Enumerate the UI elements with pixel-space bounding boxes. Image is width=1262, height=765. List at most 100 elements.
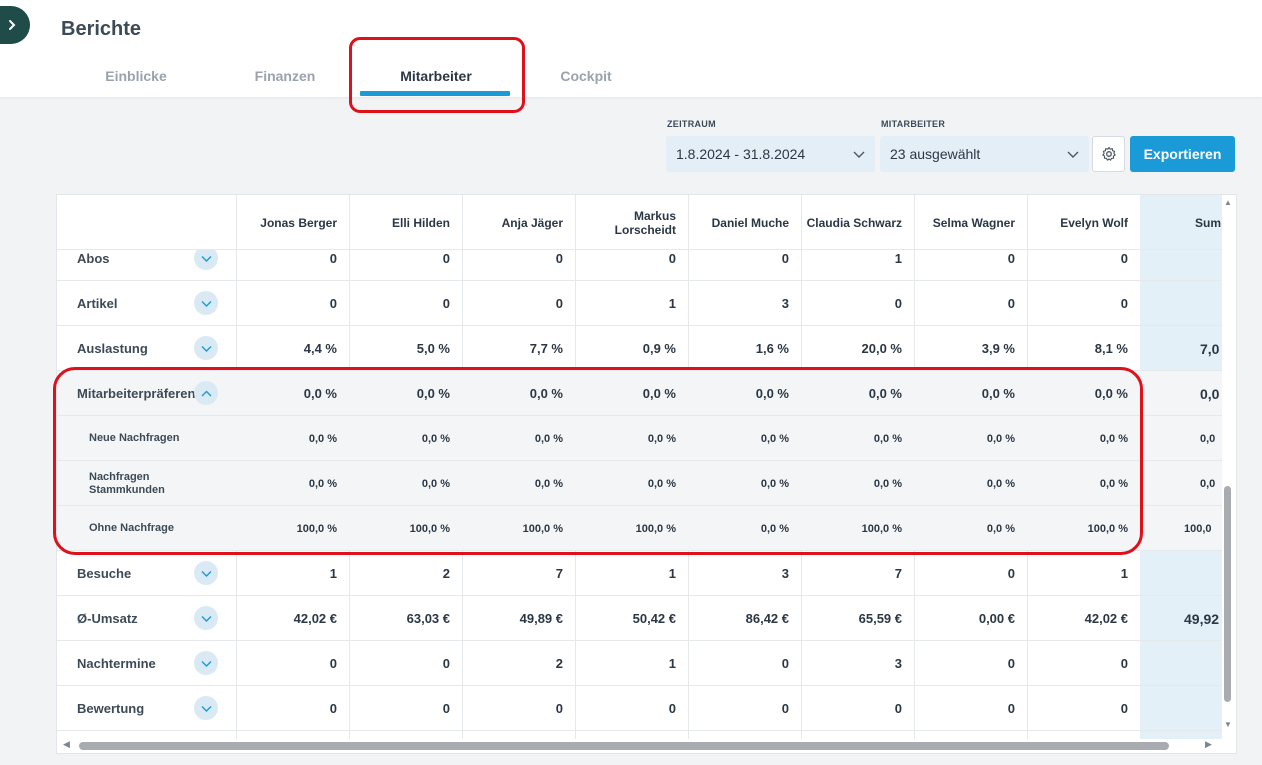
table-cell: 0,0 % xyxy=(421,432,450,445)
table-cell: 0,00 € xyxy=(978,611,1015,626)
table-cell: 1 xyxy=(329,566,337,581)
table-cell: 0 xyxy=(329,701,337,716)
table-cell: 0,0 % xyxy=(308,432,337,445)
column-header[interactable]: Selma Wagner xyxy=(914,195,1027,250)
table-cell: 0 xyxy=(1007,296,1015,311)
sum-cell xyxy=(1140,250,1222,281)
table-cell: 0 xyxy=(329,251,337,266)
column-header[interactable]: Evelyn Wolf xyxy=(1027,195,1140,250)
expand-row-button[interactable] xyxy=(194,651,218,675)
table-cell: 0,9 % xyxy=(642,341,676,356)
column-header[interactable]: Markus Lorscheidt xyxy=(575,195,688,250)
mitarbeiter-select[interactable]: 23 ausgewählt xyxy=(880,136,1089,172)
expand-row-button[interactable] xyxy=(194,696,218,720)
zeitraum-select[interactable]: 1.8.2024 - 31.8.2024 xyxy=(666,136,875,172)
table-cell: 0 xyxy=(894,701,902,716)
table-cell: 0 xyxy=(668,251,676,266)
tab-finanzen[interactable]: Finanzen xyxy=(251,68,319,84)
table-cell: 42,02 € xyxy=(293,611,337,626)
sidebar-toggle-button[interactable] xyxy=(0,6,30,44)
vertical-scrollbar[interactable]: ▲ ▼ xyxy=(1221,196,1235,740)
column-header[interactable]: Claudia Schwarz xyxy=(801,195,914,250)
table-cell: 100,0 % xyxy=(522,522,563,535)
table-cell: 20,0 % xyxy=(861,341,902,356)
table-subrow: Ohne Nachfrage 100,0 % 100,0 % 100,0 % 100,0… xyxy=(57,506,1222,551)
column-header[interactable]: Jonas Berger xyxy=(236,195,349,250)
table-cell: 49,89 € xyxy=(519,611,563,626)
table-cell: 0,0 % xyxy=(1099,432,1128,445)
table-cell: 0,0 % xyxy=(416,386,450,401)
sum-column-header[interactable]: Sum xyxy=(1140,195,1222,250)
expand-row-button[interactable] xyxy=(194,291,218,315)
tab-einblicke[interactable]: Einblicke xyxy=(102,68,170,84)
sum-cell: 7,0 xyxy=(1200,340,1220,357)
table-cell: 2 xyxy=(442,566,450,581)
chevron-right-icon xyxy=(9,20,16,30)
sum-cell: 0,0 xyxy=(1200,432,1216,445)
table-cell: 0 xyxy=(894,296,902,311)
column-header[interactable]: Daniel Muche xyxy=(688,195,801,250)
chevron-down-icon xyxy=(201,615,211,622)
table-cell: 42,02 € xyxy=(1084,611,1128,626)
sum-cell: 0,0 xyxy=(1200,385,1220,402)
table-cell: 0,0 % xyxy=(986,432,1015,445)
table-cell: 100,0 % xyxy=(409,522,450,535)
expand-row-button[interactable] xyxy=(194,606,218,630)
table-cell: 0,0 % xyxy=(873,477,902,490)
table-cell: 3,9 % xyxy=(981,341,1015,356)
table-cell: 5,0 % xyxy=(416,341,450,356)
horizontal-scrollbar[interactable]: ◀ ▶ xyxy=(57,738,1221,754)
table-cell: 0 xyxy=(781,656,789,671)
table-cell: 3 xyxy=(894,656,902,671)
tab-cockpit[interactable]: Cockpit xyxy=(556,68,616,84)
table-cell: 0,0 % xyxy=(534,477,563,490)
settings-button[interactable] xyxy=(1092,136,1125,172)
table-cell: 0 xyxy=(1007,656,1015,671)
table-cell: 0 xyxy=(1007,566,1015,581)
row-label: Abos xyxy=(77,251,110,266)
column-header[interactable]: Elli Hilden xyxy=(349,195,462,250)
chevron-down-icon xyxy=(853,151,865,158)
expand-row-button[interactable] xyxy=(194,561,218,585)
scroll-up-icon[interactable]: ▲ xyxy=(1224,198,1232,207)
column-header[interactable]: Anja Jäger xyxy=(462,195,575,250)
table-cell: 0 xyxy=(1007,251,1015,266)
scroll-left-icon[interactable]: ◀ xyxy=(63,739,70,750)
table-cell: 0 xyxy=(555,701,563,716)
table-cell: 3 xyxy=(781,566,789,581)
table-cell: 0 xyxy=(1120,701,1128,716)
tab-mitarbeiter[interactable]: Mitarbeiter xyxy=(394,68,478,84)
horizontal-scrollbar-thumb[interactable] xyxy=(79,742,1169,750)
table-cell: 0,0 % xyxy=(534,432,563,445)
table-body: Abos 0 0 0 0 0 1 0 0 Artikel 0 0 0 1 3 0 0 0 Auslastung 4,4… xyxy=(57,250,1222,739)
table-row: Mitarbeiterpräferenz 0,0 % 0,0 % 0,0 % 0,0 %… xyxy=(57,371,1222,416)
table-cell: 0,0 % xyxy=(760,522,789,535)
table-cell: 100,0 % xyxy=(296,522,337,535)
collapse-row-button[interactable] xyxy=(194,381,218,405)
table-cell: 0,0 % xyxy=(760,432,789,445)
table-cell: 0,0 % xyxy=(303,386,337,401)
expand-row-button[interactable] xyxy=(194,250,218,270)
table-cell: 1,6 % xyxy=(755,341,789,356)
export-button[interactable]: Exportieren xyxy=(1130,136,1235,172)
vertical-scrollbar-thumb[interactable] xyxy=(1224,486,1231,702)
chevron-down-icon xyxy=(201,300,211,307)
table-cell: 0,0 % xyxy=(647,477,676,490)
employee-report-table: Jonas Berger Elli Hilden Anja Jäger Mark… xyxy=(56,194,1237,754)
table-row: Auslastung 4,4 % 5,0 % 7,7 % 0,9 % 1,6 % 20,0 … xyxy=(57,326,1222,371)
row-label: Artikel xyxy=(77,296,118,311)
table-cell: 0,0 % xyxy=(873,432,902,445)
sum-cell: 100,0 xyxy=(1184,522,1212,535)
table-cell: 0,0 % xyxy=(760,477,789,490)
expand-row-button[interactable] xyxy=(194,336,218,360)
table-cell: 0,0 % xyxy=(642,386,676,401)
table-cell: 86,42 € xyxy=(745,611,789,626)
table-cell: 0,0 % xyxy=(1094,386,1128,401)
scroll-down-icon[interactable]: ▼ xyxy=(1224,720,1232,729)
table-row: Besuche 1 2 7 1 3 7 0 1 xyxy=(57,551,1222,596)
table-row: Artikel 0 0 0 1 3 0 0 0 xyxy=(57,281,1222,326)
table-cell: 0 xyxy=(668,701,676,716)
row-label: Bewertung xyxy=(77,701,145,716)
scroll-right-icon[interactable]: ▶ xyxy=(1205,739,1212,750)
chevron-up-icon xyxy=(201,390,211,396)
